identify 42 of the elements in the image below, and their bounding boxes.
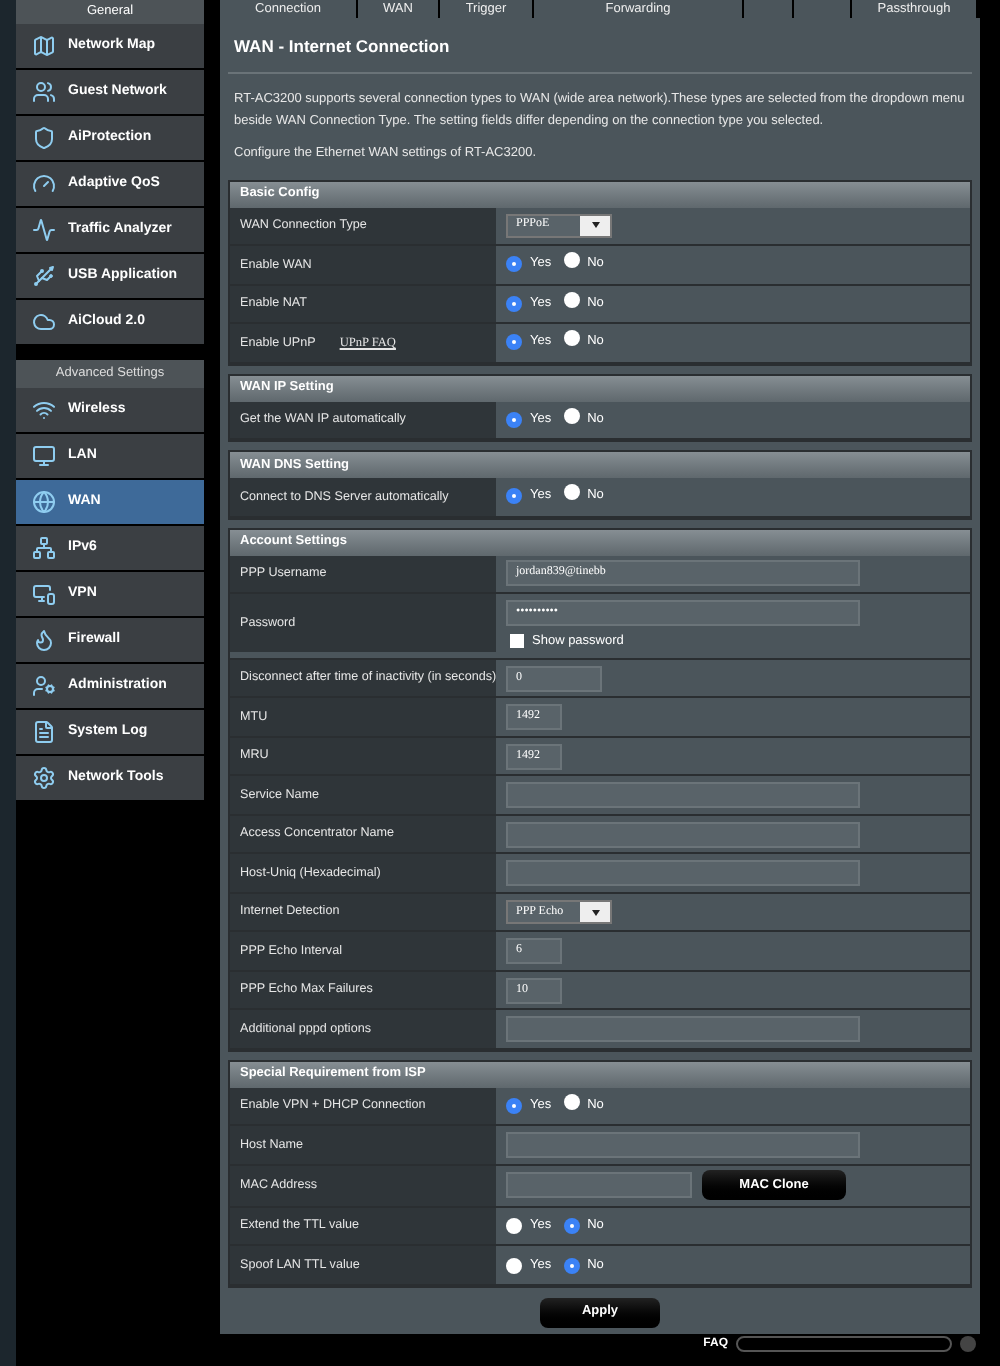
shield-icon <box>32 126 56 150</box>
page-title: WAN - Internet Connection <box>228 34 972 74</box>
text-field[interactable] <box>506 782 860 808</box>
monitor-icon <box>32 582 56 606</box>
text-field[interactable] <box>506 1016 860 1042</box>
flame-icon <box>32 628 56 652</box>
radio-button[interactable] <box>506 1257 522 1273</box>
text-field[interactable] <box>506 1172 692 1199</box>
radio-button[interactable] <box>563 407 580 424</box>
radio-button[interactable] <box>506 488 522 505</box>
radio-button[interactable] <box>506 1218 522 1234</box>
text-field[interactable] <box>506 1132 860 1158</box>
gear-icon <box>32 766 56 790</box>
text-field[interactable] <box>506 860 860 886</box>
radio-button[interactable] <box>506 295 522 312</box>
radio-button[interactable] <box>563 1094 580 1111</box>
radio-button[interactable] <box>506 334 522 351</box>
radio-button[interactable] <box>506 256 522 273</box>
document-icon <box>32 720 56 744</box>
usb-icon <box>32 264 56 288</box>
caret-icon <box>591 222 599 229</box>
radio-button[interactable] <box>563 330 580 347</box>
user-gear-icon <box>32 674 56 698</box>
text-field[interactable] <box>506 821 860 847</box>
radio-button[interactable] <box>563 484 580 501</box>
caret-icon <box>591 909 599 915</box>
users-icon <box>32 80 56 104</box>
radio-button[interactable] <box>563 252 580 269</box>
cloud-icon <box>32 310 56 334</box>
radio-button[interactable] <box>506 411 522 428</box>
radio-button[interactable] <box>563 291 580 308</box>
radio-button[interactable] <box>563 1218 580 1235</box>
gauge-icon <box>32 172 56 196</box>
globe-icon <box>32 490 56 514</box>
map-icon <box>32 34 56 58</box>
radio-button[interactable] <box>506 1098 522 1114</box>
monitor-icon <box>32 444 56 468</box>
radio-button[interactable] <box>563 1257 580 1274</box>
network-icon <box>32 536 56 560</box>
checkbox[interactable] <box>510 634 524 649</box>
activity-icon <box>32 218 56 242</box>
search-field[interactable] <box>736 1336 952 1353</box>
